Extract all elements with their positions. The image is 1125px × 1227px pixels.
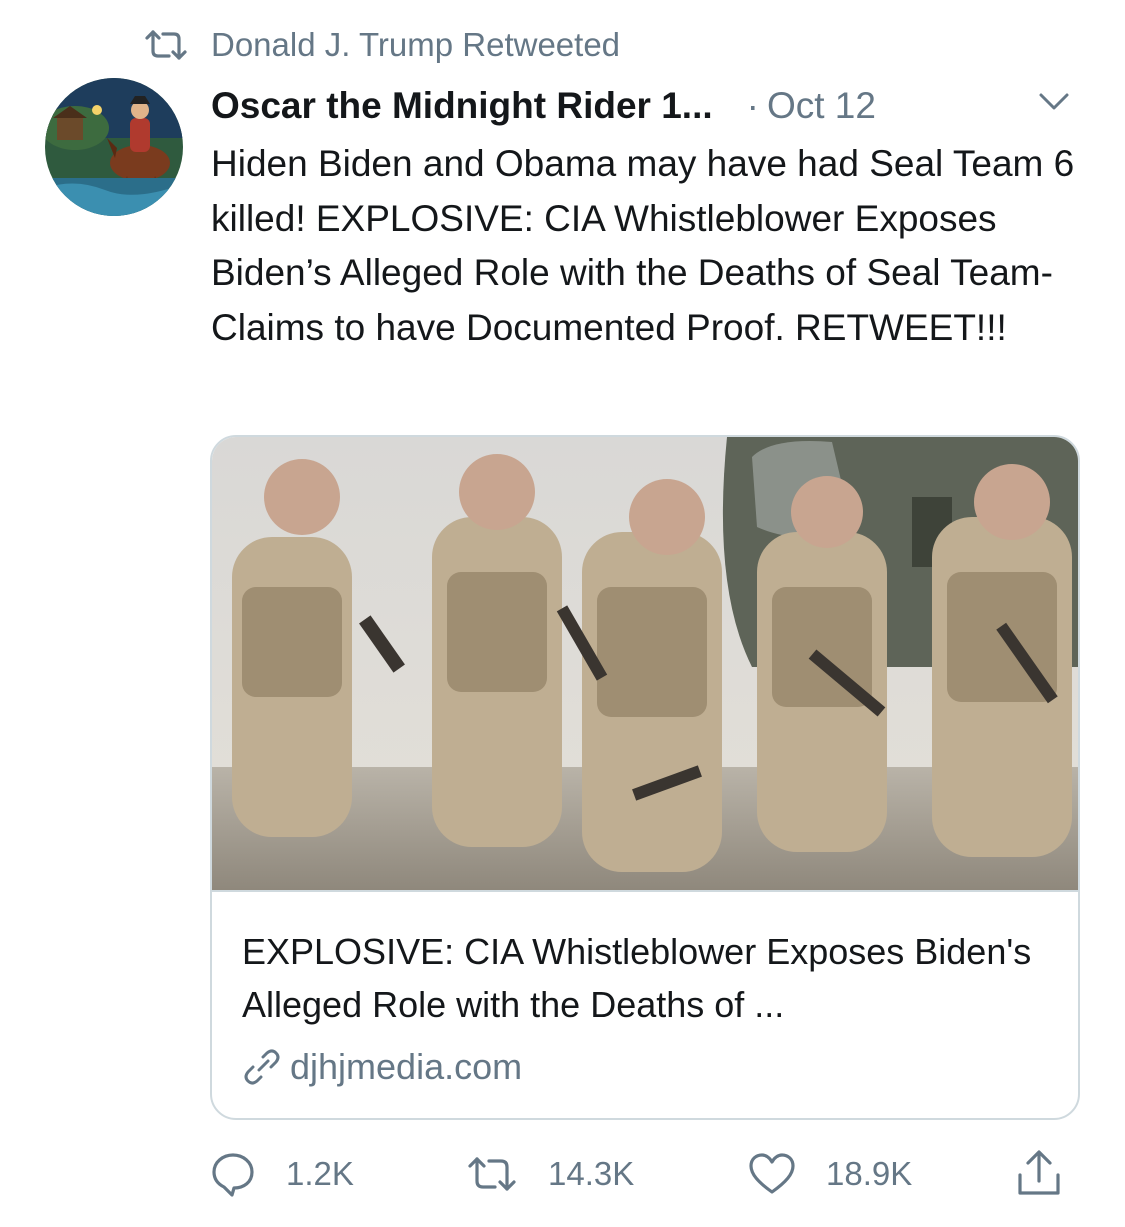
tweet[interactable]: Donald J. Trump Retweeted Oscar the Midn…: [0, 0, 1125, 1227]
retweet-header-text: Donald J. Trump Retweeted: [211, 26, 621, 63]
card-domain: djhjmedia.com: [242, 1041, 522, 1093]
card-meta: EXPLOSIVE: CIA Whistleblower Exposes Bid…: [212, 890, 1078, 1118]
retweet-icon: [143, 29, 189, 61]
card-domain-text: djhjmedia.com: [290, 1046, 523, 1087]
heart-icon: [748, 1152, 796, 1196]
card-image[interactable]: [212, 437, 1078, 890]
reply-count: 1.2K: [286, 1155, 354, 1192]
tweet-text: Hiden Biden and Obama may have had Seal …: [211, 143, 1075, 348]
chevron-down-icon[interactable]: [1037, 88, 1071, 114]
retweet-action-icon: [466, 1154, 518, 1194]
avatar[interactable]: [45, 78, 183, 216]
like-count: 18.9K: [826, 1155, 913, 1192]
share-icon: [1016, 1149, 1062, 1199]
like-button[interactable]: 18.9K: [748, 1146, 912, 1202]
tweet-date[interactable]: Oct 12: [767, 85, 876, 127]
retweet-header[interactable]: Donald J. Trump Retweeted: [143, 22, 620, 68]
retweet-count: 14.3K: [548, 1155, 635, 1192]
author-row: Oscar the Midnight Rider 1... · Oct 12: [211, 80, 1081, 132]
link-icon: [242, 1047, 282, 1087]
separator-dot: ·: [746, 85, 759, 126]
reply-icon: [210, 1151, 256, 1197]
retweet-button[interactable]: 14.3K: [466, 1146, 634, 1202]
author-display-name[interactable]: Oscar the Midnight Rider 1...: [211, 85, 713, 127]
share-button[interactable]: [1016, 1146, 1062, 1202]
link-card[interactable]: EXPLOSIVE: CIA Whistleblower Exposes Bid…: [210, 435, 1080, 1120]
reply-button[interactable]: 1.2K: [210, 1146, 354, 1202]
tweet-actions: 1.2K 14.3K 18.9K: [0, 1146, 1125, 1202]
card-title: EXPLOSIVE: CIA Whistleblower Exposes Bid…: [242, 931, 1032, 1025]
